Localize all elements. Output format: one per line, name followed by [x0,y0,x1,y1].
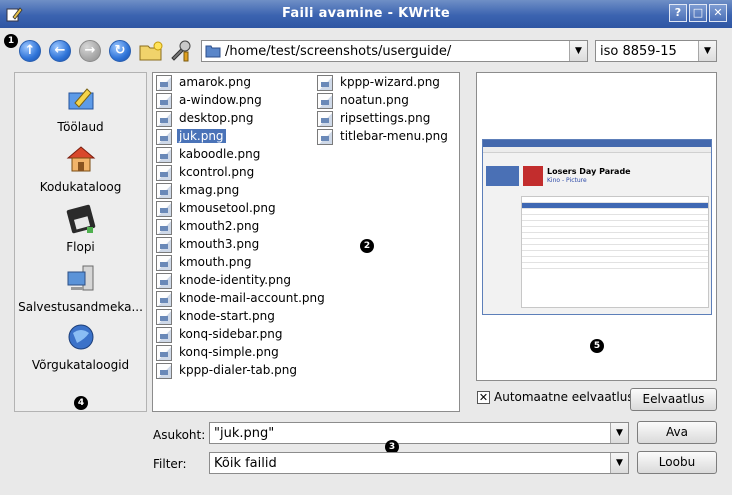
place-label: Flopi [66,240,95,254]
preview-thumb-subtitle: Kino - Picture [547,177,587,184]
image-file-icon [156,309,172,325]
network-icon [68,324,93,350]
close-button[interactable]: ✕ [709,4,727,22]
image-file-icon [156,237,172,253]
floppy-icon [66,204,95,234]
file-name: noatun.png [340,93,409,107]
forward-button[interactable]: → [79,40,101,62]
open-button[interactable]: Ava [637,421,717,444]
file-name: kppp-wizard.png [340,75,440,89]
home-icon [66,146,95,172]
file-name: amarok.png [179,75,252,89]
autopreview-label: Automaatne eelvaatlus [494,390,634,404]
title-bar: Faili avamine - KWrite ? □ ✕ [0,0,732,28]
window-title: Faili avamine - KWrite [281,6,450,21]
chevron-down-icon[interactable]: ▼ [698,41,716,61]
callout-4: 4 [74,396,88,410]
chevron-down-icon[interactable]: ▼ [569,41,587,61]
path-value: /home/test/screenshots/userguide/ [225,44,452,59]
image-file-icon [156,255,172,271]
location-label: Asukoht: [153,428,206,442]
file-name: knode-mail-account.png [179,291,325,305]
place-desktop[interactable]: Töölaud [15,83,146,134]
place-network[interactable]: Võrgukataloogid [15,321,146,372]
desktop-icon [68,88,93,110]
image-file-icon [156,165,172,181]
back-button[interactable]: ← [49,40,71,62]
encoding-combo[interactable]: iso 8859-15 ▼ [595,40,717,62]
help-button[interactable]: ? [669,4,687,22]
image-file-icon [156,363,172,379]
image-file-icon [156,147,172,163]
image-file-icon [156,201,172,217]
file-name: knode-identity.png [179,273,291,287]
path-combo[interactable]: /home/test/screenshots/userguide/ ▼ [201,40,588,62]
file-name: kmousetool.png [179,201,276,215]
chevron-down-icon[interactable]: ▼ [610,453,628,473]
place-label: Töölaud [57,120,104,134]
image-file-icon [156,219,172,235]
file-name: kmag.png [179,183,240,197]
file-name: desktop.png [179,111,254,125]
location-value: "juk.png" [214,426,275,441]
filter-combo[interactable]: Kõik failid ▼ [209,452,629,474]
image-file-icon [317,93,333,109]
preview-button[interactable]: Eelvaatlus [630,388,717,411]
file-list[interactable]: amarok.png a-window.png desktop.png juk.png… [152,72,460,412]
file-name: konq-sidebar.png [179,327,283,341]
place-storage[interactable]: Salvestusandmeka... [15,263,146,314]
file-name: titlebar-menu.png [340,129,448,143]
up-folder-button[interactable]: ↑ [19,40,41,62]
configure-icon[interactable] [167,38,193,64]
file-name: kmouth.png [179,255,252,269]
image-file-icon [156,111,172,127]
preview-image: Losers Day Parade Kino - Picture [482,139,712,315]
place-label: Kodukataloog [39,180,122,194]
image-file-icon [317,111,333,127]
autopreview-checkbox[interactable]: ✕ [477,391,490,404]
location-combo[interactable]: "juk.png" ▼ [209,422,629,444]
filter-value: Kõik failid [214,456,277,471]
encoding-value: iso 8859-15 [600,44,677,59]
chevron-down-icon[interactable]: ▼ [610,423,628,443]
image-file-icon [156,93,172,109]
image-file-icon [317,129,333,145]
cancel-button[interactable]: Loobu [637,451,717,474]
places-sidebar: Töölaud Kodukataloog Flopi Salvestusandm… [14,72,147,412]
preview-thumb-title: Losers Day Parade [547,167,631,176]
file-name: konq-simple.png [179,345,279,359]
image-file-icon [156,129,172,145]
image-file-icon [156,183,172,199]
new-folder-icon[interactable] [138,38,164,64]
place-label: Võrgukataloogid [31,358,130,372]
preview-pane: Losers Day Parade Kino - Picture 5 [476,72,717,381]
file-name: kmouth2.png [179,219,260,233]
file-name: ripsettings.png [340,111,431,125]
callout-2: 2 [360,239,374,253]
file-name: knode-start.png [179,309,275,323]
file-name: a-window.png [179,93,262,107]
file-name: kaboodle.png [179,147,261,161]
image-file-icon [156,291,172,307]
place-floppy[interactable]: Flopi [15,203,146,254]
place-label: Salvestusandmeka... [18,300,143,314]
callout-5: 5 [590,339,604,353]
image-file-icon [156,75,172,91]
place-home[interactable]: Kodukataloog [15,143,146,194]
image-file-icon [156,345,172,361]
reload-button[interactable]: ↻ [109,40,131,62]
maximize-button[interactable]: □ [689,4,707,22]
image-file-icon [317,75,333,91]
storage-icon [67,265,93,291]
file-name: juk.png [177,129,226,143]
file-name: kmouth3.png [179,237,260,251]
file-name: kppp-dialer-tab.png [179,363,297,377]
image-file-icon [156,327,172,343]
image-file-icon [156,273,172,289]
filter-label: Filter: [153,457,187,471]
callout-1: 1 [4,34,18,48]
folder-icon [205,45,221,58]
file-name: kcontrol.png [179,165,255,179]
